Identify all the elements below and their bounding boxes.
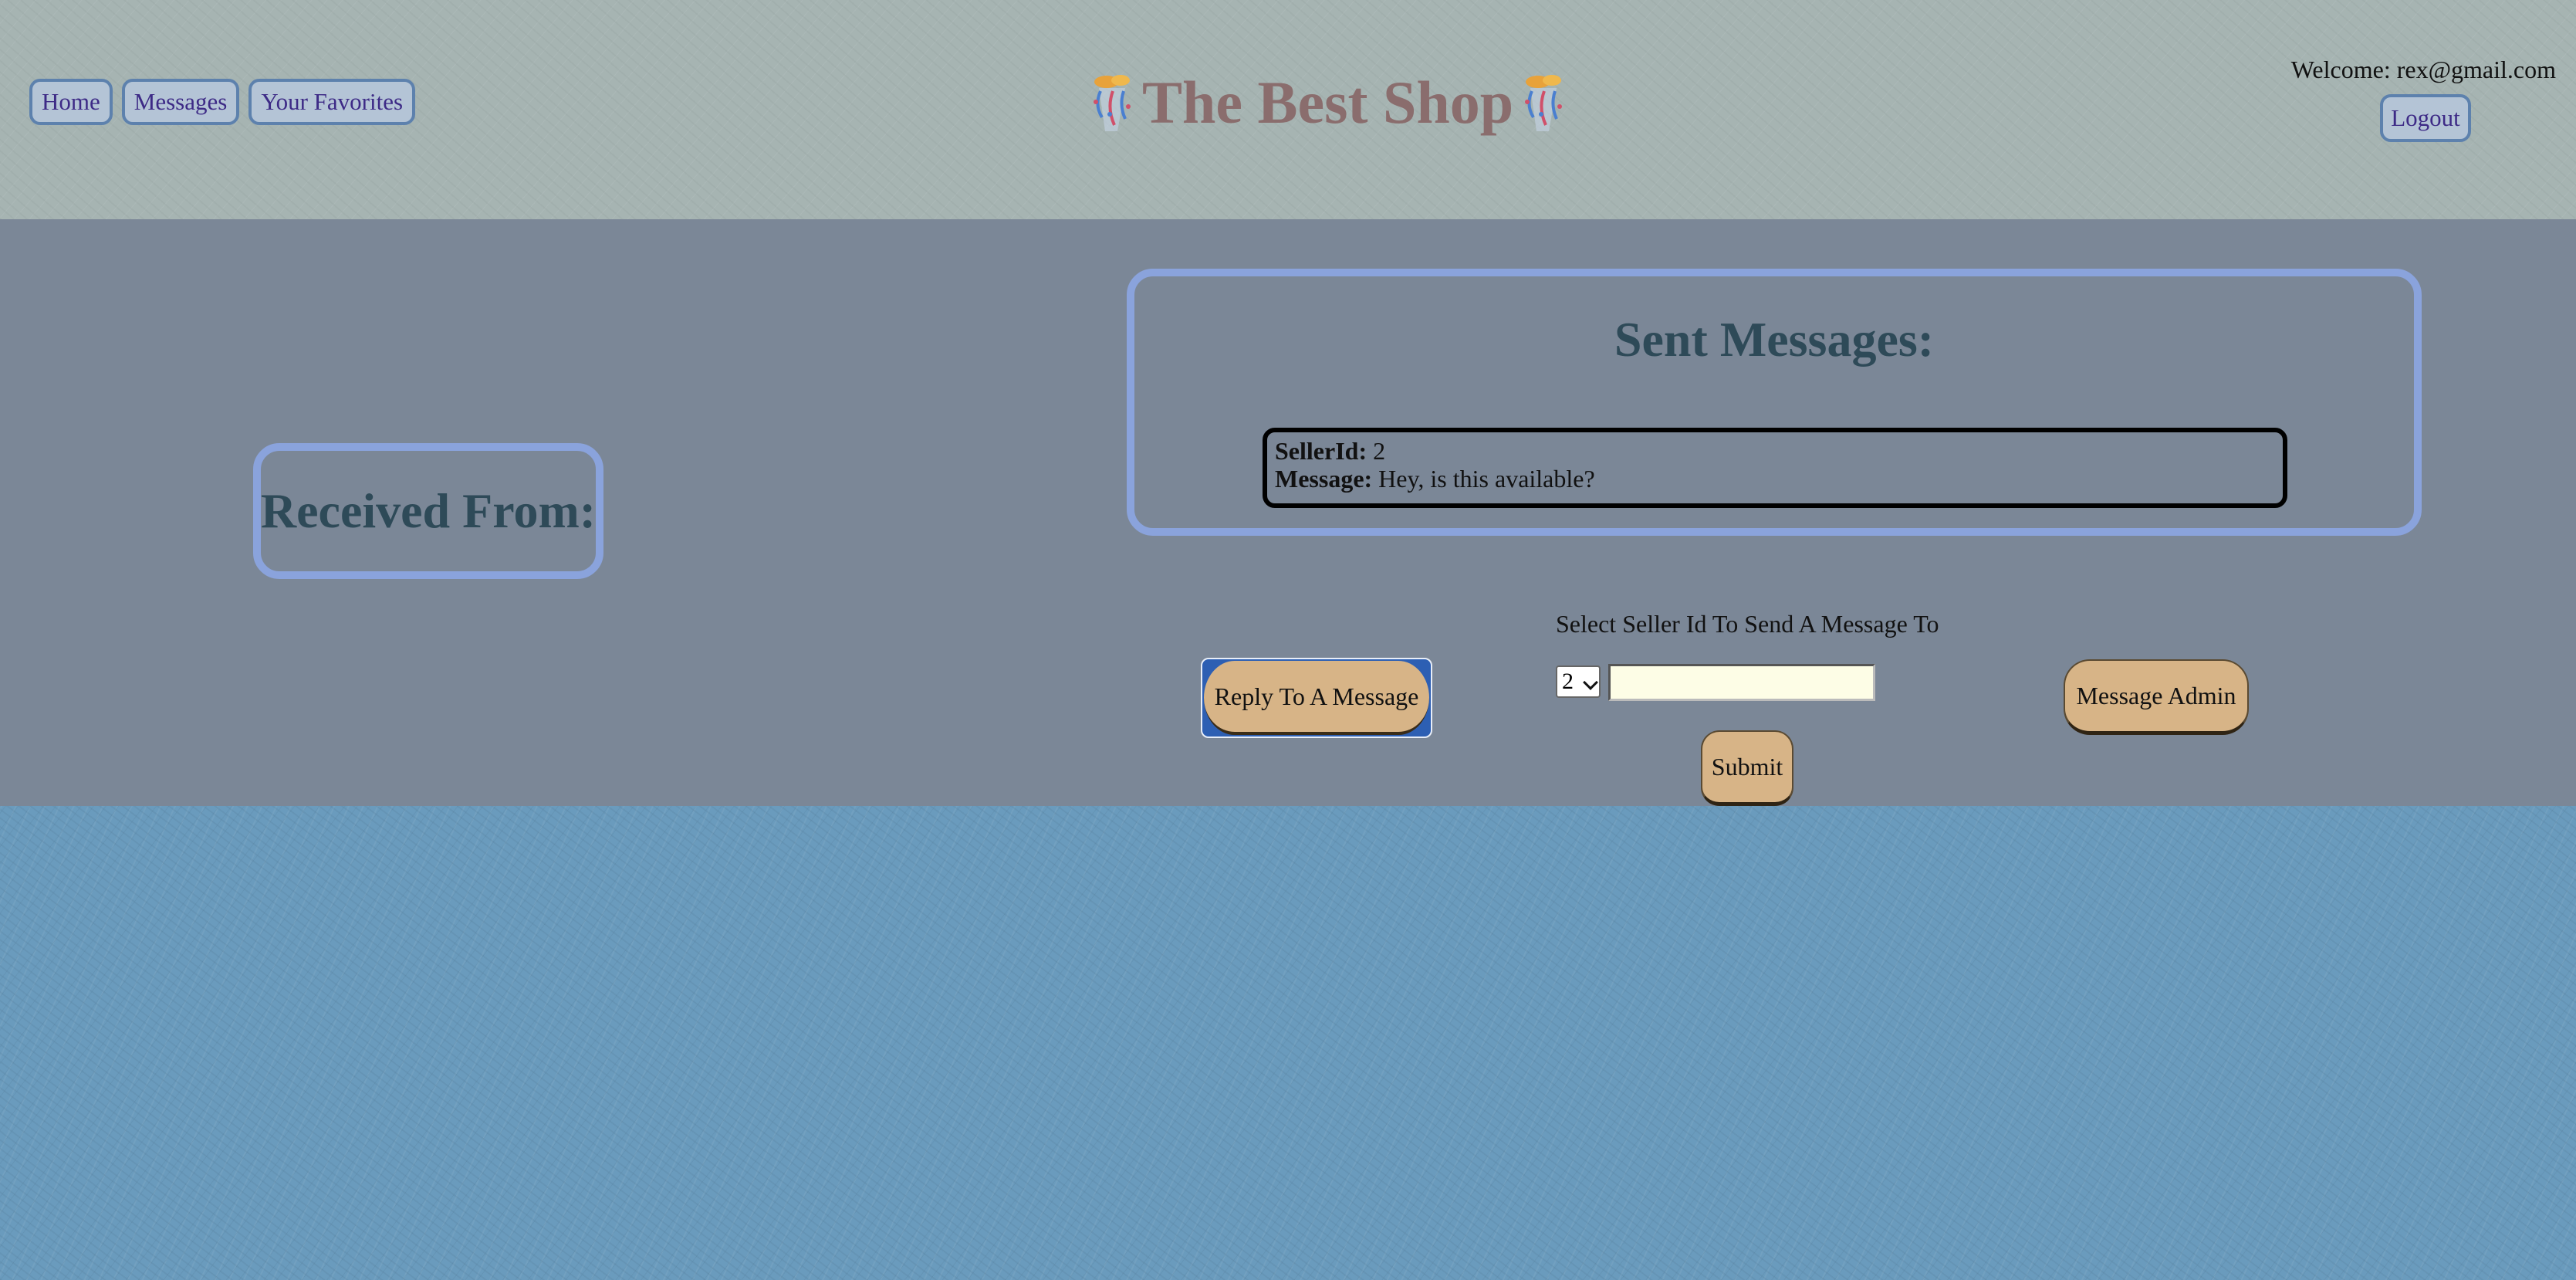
reply-to-message-button[interactable]: Reply To A Message: [1201, 658, 1432, 738]
message-text: Hey, is this available?: [1378, 465, 1595, 493]
reply-button-label: Reply To A Message: [1204, 661, 1429, 735]
nav-home-button[interactable]: Home: [29, 79, 113, 125]
chevron-down-icon: [1583, 675, 1598, 690]
submit-button[interactable]: Submit: [1701, 730, 1793, 806]
select-seller-label: Select Seller Id To Send A Message To: [1556, 610, 1939, 638]
party-popper-icon: [1094, 75, 1131, 131]
seller-id-value: 2: [1373, 437, 1386, 465]
message-body-row: Message: Hey, is this available?: [1275, 465, 2283, 493]
party-popper-icon: [1525, 75, 1563, 131]
seller-id-label: SellerId:: [1275, 437, 1367, 465]
seller-id-select[interactable]: 2: [1556, 665, 1601, 698]
received-messages-panel: Received From:: [253, 443, 603, 579]
nav-messages-button[interactable]: Messages: [121, 79, 240, 125]
received-heading: Received From:: [260, 483, 597, 538]
message-admin-button[interactable]: Message Admin: [2064, 659, 2249, 735]
brand: The Best Shop: [1082, 68, 1574, 137]
messages-section: Received From: Sent Messages: SellerId: …: [0, 219, 2576, 806]
message-seller-row: SellerId: 2: [1275, 437, 2283, 465]
logout-button[interactable]: Logout: [2380, 94, 2471, 142]
main-nav: Home Messages Your Favorites: [29, 79, 416, 125]
site-title: The Best Shop: [1142, 69, 1514, 136]
message-input[interactable]: [1608, 664, 1875, 701]
nav-favorites-button[interactable]: Your Favorites: [248, 79, 416, 125]
seller-id-selected-value: 2: [1562, 669, 1574, 694]
welcome-text: Welcome: rex@gmail.com: [2290, 56, 2556, 83]
message-label: Message:: [1275, 465, 1373, 493]
message-card: SellerId: 2 Message: Hey, is this availa…: [1263, 428, 2287, 508]
sent-messages-panel: Sent Messages: SellerId: 2 Message: Hey,…: [1127, 269, 2422, 536]
header-bar: Home Messages Your Favorites The Best Sh…: [0, 0, 2576, 219]
sent-heading: Sent Messages:: [1614, 312, 1935, 367]
